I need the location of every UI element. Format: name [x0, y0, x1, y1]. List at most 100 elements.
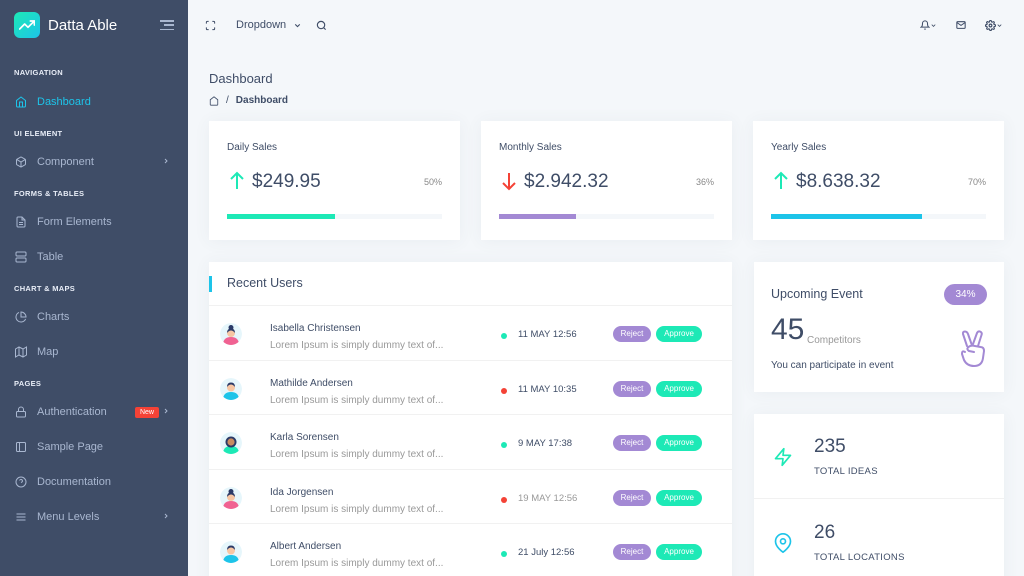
user-name: Isabella Christensen	[270, 323, 361, 334]
user-description: Lorem Ipsum is simply dummy text of...	[270, 340, 444, 351]
sidebar: Datta Able NAVIGATION Dashboard UI ELEME…	[0, 0, 188, 576]
sales-card-percent: 36%	[695, 177, 714, 187]
nav-caption-pages: PAGES	[14, 379, 42, 388]
victory-hand-icon	[959, 330, 987, 373]
server-icon	[15, 251, 27, 263]
sidebar-item-label: Map	[37, 346, 59, 358]
dropdown-button[interactable]: Dropdown	[236, 19, 302, 31]
sidebar-item-charts[interactable]: Charts	[0, 305, 188, 329]
status-dot	[501, 333, 507, 339]
menu-toggle-icon[interactable]	[160, 20, 174, 30]
user-description: Lorem Ipsum is simply dummy text of...	[270, 558, 444, 569]
chevron-down-icon	[293, 21, 302, 30]
recent-users-card: Recent Users Isabella Christensen Lorem I…	[209, 262, 732, 576]
stat-value: 26	[814, 522, 836, 543]
progress-bar	[771, 214, 986, 219]
sidebar-item-authentication[interactable]: Authentication New	[0, 400, 188, 424]
bell-icon[interactable]	[920, 20, 937, 30]
event-note: You can participate in event	[771, 360, 894, 371]
reject-button[interactable]: Reject	[613, 435, 651, 451]
sales-card-percent: 70%	[967, 177, 986, 187]
box-icon	[15, 156, 27, 168]
sidebar-item-sample-page[interactable]: Sample Page	[0, 435, 188, 459]
stat-label: TOTAL IDEAS	[814, 466, 878, 477]
event-count: 45	[771, 313, 805, 346]
chevron-right-icon	[162, 511, 170, 523]
sidebar-item-dashboard[interactable]: Dashboard	[0, 90, 188, 114]
user-description: Lorem Ipsum is simply dummy text of...	[270, 394, 444, 406]
progress-fill	[771, 214, 922, 219]
reject-button[interactable]: Reject	[613, 544, 651, 560]
recent-users-title: Recent Users	[227, 276, 303, 290]
sales-card-title: Monthly Sales	[499, 142, 562, 153]
upcoming-event-card: Upcoming Event 34% 45 Competitors You ca…	[754, 262, 1004, 392]
reject-button[interactable]: Reject	[613, 380, 651, 397]
user-date: 21 July 12:56	[518, 547, 575, 558]
reject-button[interactable]: Reject	[613, 489, 651, 506]
approve-button[interactable]: Approve	[656, 380, 702, 397]
approve-button[interactable]: Approve	[656, 489, 702, 506]
sidebar-item-component[interactable]: Component	[0, 150, 188, 174]
breadcrumb: / Dashboard	[209, 95, 288, 106]
event-count-label: Competitors	[807, 335, 861, 346]
mail-icon[interactable]	[956, 20, 966, 30]
table-row: Karla Sorensen Lorem Ipsum is simply dumm…	[209, 415, 732, 470]
page-title: Dashboard	[209, 71, 273, 86]
nav-caption-chart-maps: CHART & MAPS	[14, 284, 76, 293]
stats-card: 235 TOTAL IDEAS 26 TOTAL LOCATIONS	[754, 414, 1004, 576]
zap-icon	[773, 446, 793, 473]
sidebar-item-documentation[interactable]: Documentation	[0, 470, 188, 494]
sidebar-item-table[interactable]: Table	[0, 245, 188, 269]
stat-value: 235	[814, 436, 846, 457]
home-icon	[15, 96, 27, 108]
sales-card-value: $2.942.32	[524, 171, 609, 192]
sales-card-yearly: Yearly Sales $8.638.32 70%	[753, 121, 1004, 240]
arrow-down-icon	[501, 171, 517, 196]
sidebar-item-menu-levels[interactable]: Menu Levels	[0, 505, 188, 529]
sales-card-title: Yearly Sales	[771, 142, 827, 153]
search-icon[interactable]	[316, 20, 327, 31]
dropdown-label: Dropdown	[236, 19, 287, 31]
status-dot	[501, 442, 507, 448]
trending-up-icon	[14, 12, 40, 38]
menu-icon	[15, 511, 27, 523]
lock-icon	[15, 406, 27, 418]
user-name: Mathilde Andersen	[270, 377, 353, 389]
arrow-up-icon	[773, 171, 789, 196]
nav-caption-forms-tables: FORMS & TABLES	[14, 189, 85, 198]
recent-users-header: Recent Users	[209, 262, 732, 306]
settings-icon[interactable]	[985, 19, 1003, 31]
chevron-right-icon	[162, 156, 170, 168]
home-icon[interactable]	[209, 95, 219, 106]
sales-card-daily: Daily Sales $249.95 50%	[209, 121, 460, 240]
approve-button[interactable]: Approve	[656, 544, 702, 560]
topbar: Dropdown	[188, 0, 1024, 50]
reject-button[interactable]: Reject	[613, 326, 651, 342]
sidebar-item-map[interactable]: Map	[0, 340, 188, 364]
avatar	[220, 486, 242, 509]
stat-ideas: 235 TOTAL IDEAS	[754, 414, 1004, 499]
approve-button[interactable]: Approve	[656, 435, 702, 451]
sales-card-percent: 50%	[423, 177, 442, 187]
sidebar-item-label: Authentication	[37, 406, 107, 418]
sidebar-item-label: Documentation	[37, 476, 111, 488]
pie-chart-icon	[15, 311, 27, 323]
maximize-icon[interactable]	[205, 20, 216, 31]
status-dot	[501, 551, 507, 557]
sidebar-item-form-elements[interactable]: Form Elements	[0, 210, 188, 234]
user-date: 11 MAY 10:35	[518, 383, 577, 395]
approve-button[interactable]: Approve	[656, 326, 702, 342]
avatar	[220, 323, 242, 345]
map-icon	[15, 346, 27, 358]
progress-bar	[499, 214, 714, 219]
stat-label: TOTAL LOCATIONS	[814, 552, 905, 563]
sales-card-title: Daily Sales	[227, 142, 278, 153]
sales-card-value: $249.95	[252, 171, 321, 192]
table-row: Isabella Christensen Lorem Ipsum is simpl…	[209, 306, 732, 361]
sidebar-item-label: Table	[37, 251, 64, 263]
progress-fill	[227, 214, 335, 219]
avatar	[220, 432, 242, 454]
avatar	[220, 377, 242, 400]
breadcrumb-current[interactable]: Dashboard	[236, 95, 288, 106]
breadcrumb-separator: /	[226, 95, 229, 106]
